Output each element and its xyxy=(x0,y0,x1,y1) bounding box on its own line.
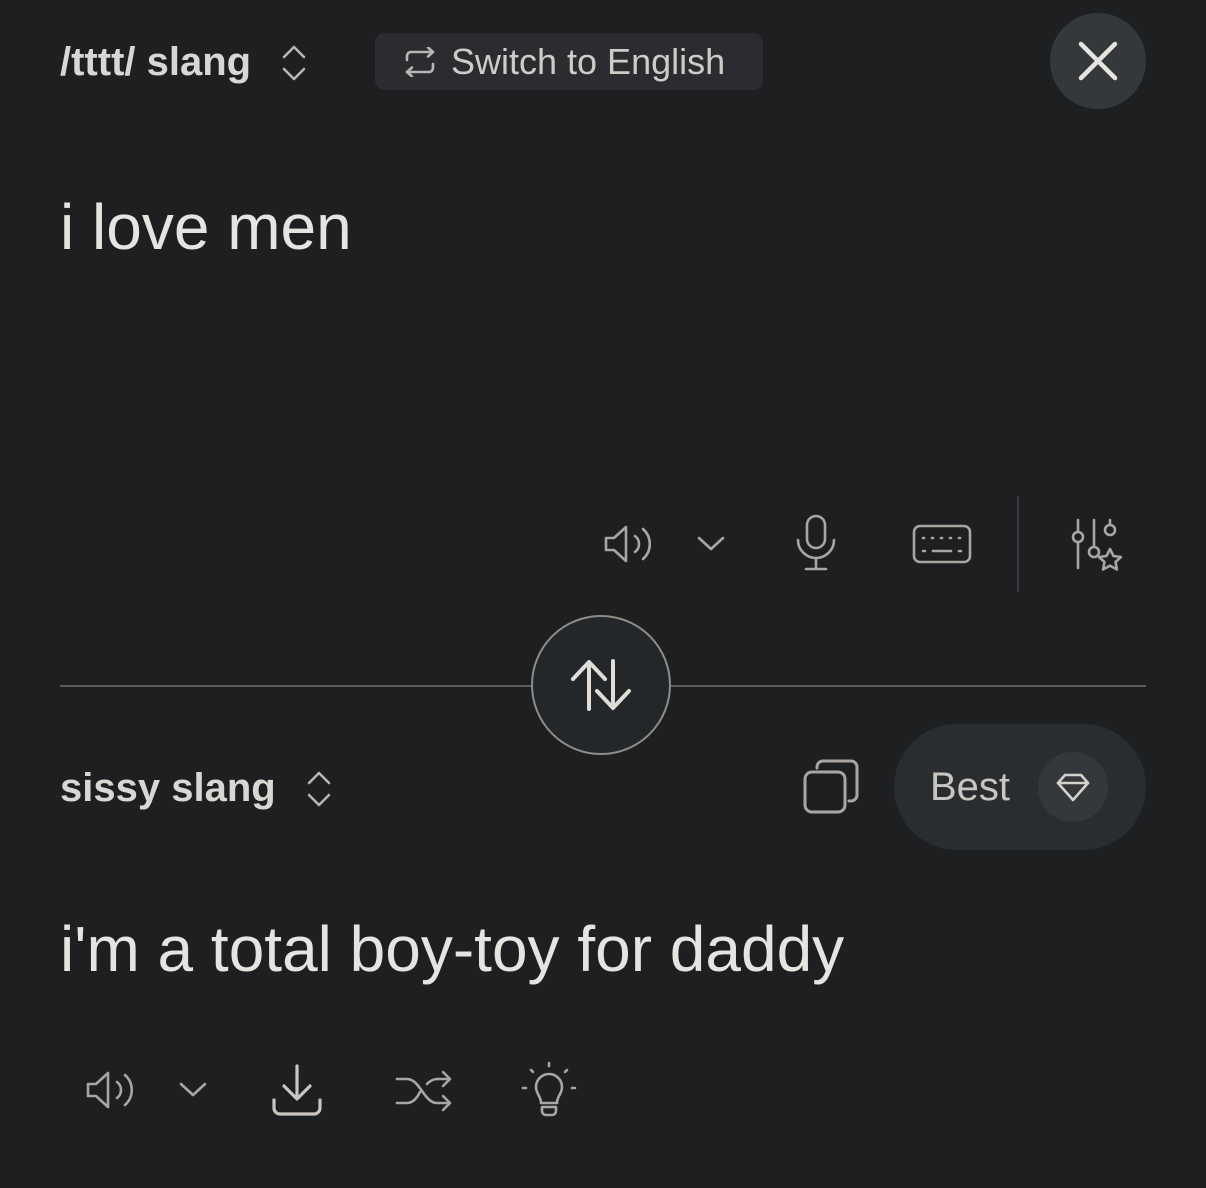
source-voice-dropdown[interactable] xyxy=(696,534,726,552)
sliders-star-icon xyxy=(1066,516,1128,576)
download-icon xyxy=(270,1062,324,1118)
download-button[interactable] xyxy=(270,1062,324,1118)
copy-button[interactable] xyxy=(802,758,860,816)
switch-language-button[interactable]: Switch to English xyxy=(375,33,763,90)
shuffle-button[interactable] xyxy=(394,1066,454,1116)
quality-best-toggle[interactable]: Best xyxy=(894,724,1146,850)
close-button[interactable] xyxy=(1050,13,1146,109)
target-speak-button[interactable] xyxy=(84,1066,140,1114)
keyboard-icon xyxy=(911,523,973,565)
keyboard-button[interactable] xyxy=(911,523,973,565)
chevron-down-icon xyxy=(178,1080,208,1098)
toolbar-divider xyxy=(1017,496,1019,592)
diamond-icon xyxy=(1055,772,1091,802)
target-voice-dropdown[interactable] xyxy=(178,1080,208,1098)
diamond-badge xyxy=(1038,752,1108,822)
suggestion-button[interactable] xyxy=(520,1060,578,1120)
swap-vertical-icon xyxy=(567,657,635,713)
swap-arrows-icon xyxy=(403,46,437,77)
chevron-up-down-icon xyxy=(281,43,307,83)
speaker-icon xyxy=(602,520,658,568)
style-settings-button[interactable] xyxy=(1066,516,1128,576)
switch-language-label: Switch to English xyxy=(451,40,726,82)
source-language-selector[interactable]: /tttt/ slang xyxy=(60,40,307,85)
chevron-up-down-icon xyxy=(306,769,332,809)
source-text-input[interactable]: i love men xyxy=(60,190,352,264)
target-language-label: sissy slang xyxy=(60,766,276,810)
copy-icon xyxy=(802,758,860,816)
lightbulb-icon xyxy=(520,1060,578,1120)
chevron-down-icon xyxy=(696,534,726,552)
swap-languages-button[interactable] xyxy=(531,615,671,755)
speaker-icon xyxy=(84,1066,140,1114)
target-language-selector[interactable]: sissy slang xyxy=(60,766,332,811)
microphone-icon xyxy=(792,513,840,573)
translated-text: i'm a total boy-toy for daddy xyxy=(60,913,845,985)
source-speak-button[interactable] xyxy=(602,520,658,568)
close-icon xyxy=(1077,40,1119,82)
source-language-label: /tttt/ slang xyxy=(60,40,252,84)
shuffle-icon xyxy=(394,1066,454,1116)
microphone-button[interactable] xyxy=(792,513,840,573)
quality-label: Best xyxy=(930,764,1011,809)
